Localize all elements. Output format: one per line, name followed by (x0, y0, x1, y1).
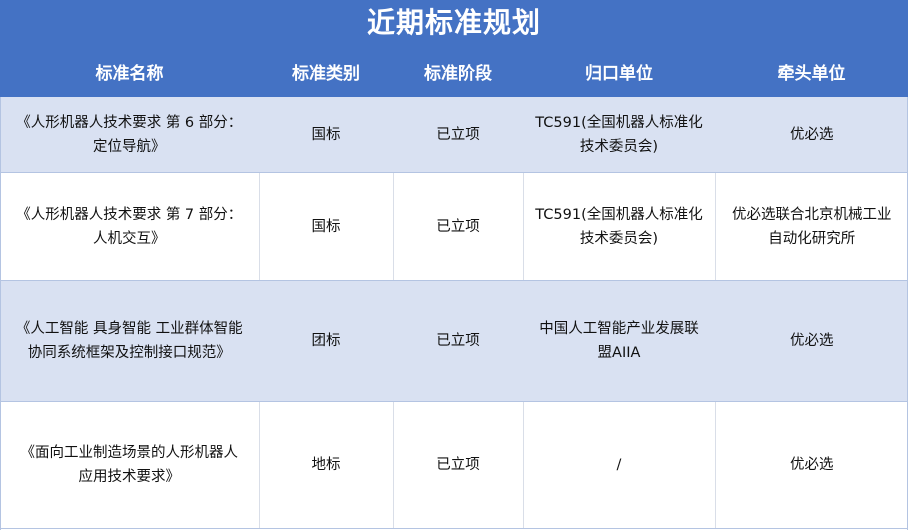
lead-org-cell: 优必选 (714, 401, 908, 529)
standard-name-line2: 人机交互》 (93, 230, 166, 247)
standard-name-cell: 《人形机器人技术要求 第 7 部分： 人机交互》 (0, 172, 259, 281)
standard-name-line2: 协同系统框架及控制接口规范》 (27, 345, 231, 361)
header-standard-stage: 标准阶段 (393, 46, 523, 97)
lead-org-cell: 优必选联合北京机械工业 自动化研究所 (714, 172, 908, 281)
governing-org-line1: TC591(全国机器人标准化 (535, 114, 703, 131)
governing-org-line2: 技术委员会) (579, 138, 659, 155)
standard-name-line1: 《面向工业制造场景的人形机器人 (20, 445, 239, 461)
governing-org-line2: 盟AIIA (597, 345, 641, 361)
lead-org-cell: 优必选 (714, 97, 908, 173)
governing-org-cell: TC591(全国机器人标准化 技术委员会) (522, 97, 715, 173)
header-lead-org: 牵头单位 (715, 46, 908, 97)
lead-org-line1: 优必选联合北京机械工业 (732, 206, 892, 223)
stage-cell: 已立项 (392, 97, 523, 173)
table-header-row: 标准名称 标准类别 标准阶段 归口单位 牵头单位 (0, 46, 908, 97)
page-title: 近期标准规划 (0, 0, 908, 46)
header-governing-org: 归口单位 (523, 46, 715, 97)
governing-org-line1: / (616, 457, 622, 473)
stage-cell: 已立项 (392, 172, 523, 281)
standard-name-line2: 定位导航》 (93, 138, 166, 155)
standard-name-line1: 《人形机器人技术要求 第 6 部分： (16, 114, 243, 131)
header-standard-category: 标准类别 (259, 46, 393, 97)
governing-org-cell: / (522, 401, 715, 529)
lead-org-cell: 优必选 (714, 280, 908, 402)
table-row: 《人形机器人技术要求 第 6 部分： 定位导航》 国标 已立项 TC591(全国… (0, 97, 908, 173)
table-row: 《面向工业制造场景的人形机器人 应用技术要求》 地标 已立项 / 优必选 (0, 401, 908, 529)
standards-table-page: 近期标准规划 标准名称 标准类别 标准阶段 归口单位 牵头单位 《人形机器人技术… (0, 0, 908, 530)
stage-cell: 已立项 (392, 401, 523, 529)
category-cell: 地标 (258, 401, 393, 529)
table-row: 《人形机器人技术要求 第 7 部分： 人机交互》 国标 已立项 TC591(全国… (0, 172, 908, 281)
lead-org-line1: 优必选 (790, 457, 834, 473)
standard-name-line1: 《人形机器人技术要求 第 7 部分： (16, 206, 243, 223)
category-cell: 团标 (258, 280, 393, 402)
standard-name-line2: 应用技术要求》 (78, 469, 181, 485)
standards-table: 标准名称 标准类别 标准阶段 归口单位 牵头单位 《人形机器人技术要求 第 6 … (0, 46, 908, 529)
standard-name-cell: 《人工智能 具身智能 工业群体智能 协同系统框架及控制接口规范》 (0, 280, 259, 402)
category-cell: 国标 (258, 172, 393, 281)
standard-name-line1: 《人工智能 具身智能 工业群体智能 (15, 321, 243, 337)
table-row: 《人工智能 具身智能 工业群体智能 协同系统框架及控制接口规范》 团标 已立项 … (0, 280, 908, 402)
governing-org-cell: 中国人工智能产业发展联 盟AIIA (522, 280, 715, 402)
governing-org-line1: 中国人工智能产业发展联 (539, 321, 699, 337)
governing-org-cell: TC591(全国机器人标准化 技术委员会) (522, 172, 715, 281)
standard-name-cell: 《面向工业制造场景的人形机器人 应用技术要求》 (0, 401, 259, 529)
governing-org-line1: TC591(全国机器人标准化 (535, 206, 703, 223)
stage-cell: 已立项 (392, 280, 523, 402)
table-left-border (0, 97, 1, 530)
standard-name-cell: 《人形机器人技术要求 第 6 部分： 定位导航》 (0, 97, 259, 173)
lead-org-line2: 自动化研究所 (768, 230, 856, 247)
governing-org-line2: 技术委员会) (579, 230, 659, 247)
header-standard-name: 标准名称 (0, 46, 259, 97)
lead-org-line1: 优必选 (790, 333, 834, 349)
lead-org-line1: 优必选 (790, 126, 834, 143)
category-cell: 国标 (258, 97, 393, 173)
